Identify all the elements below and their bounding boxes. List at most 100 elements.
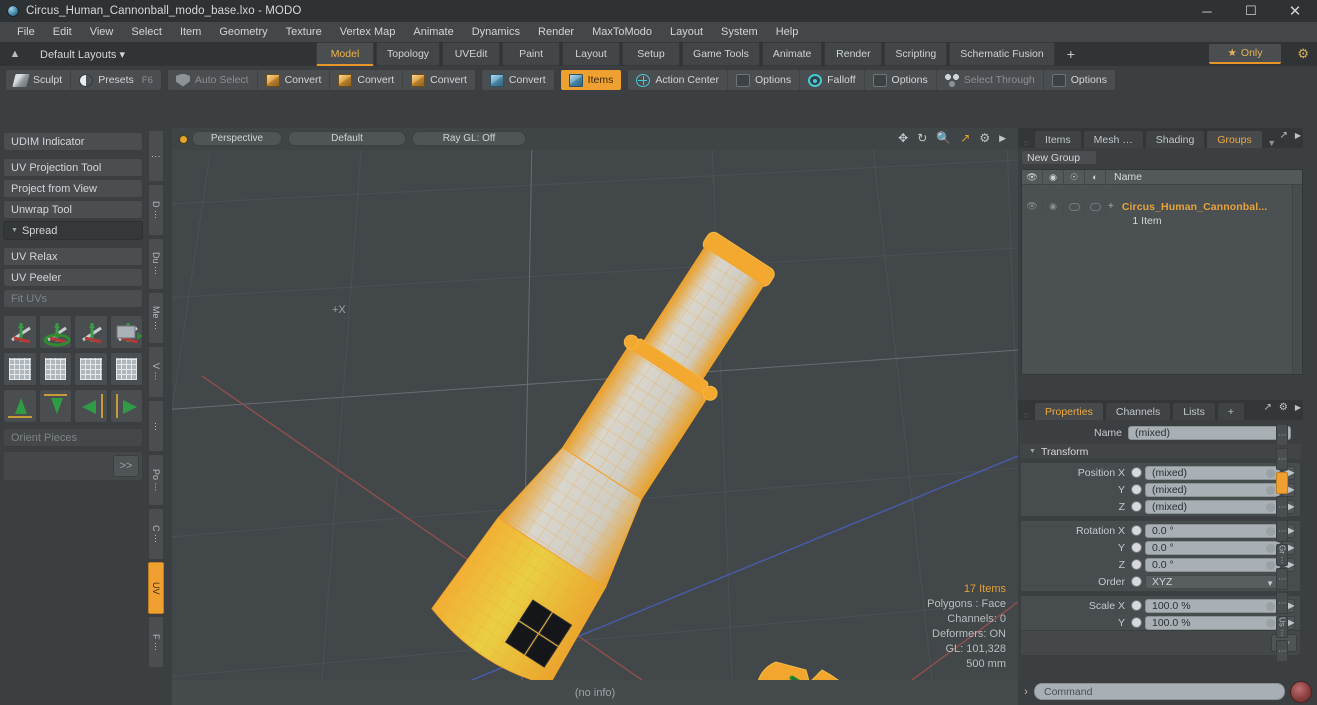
left-tool-project-from-view[interactable]: Project from View xyxy=(3,179,143,198)
layout-tab-layout[interactable]: Layout xyxy=(562,42,621,66)
menu-item-layout[interactable]: Layout xyxy=(661,22,712,42)
left-tool-spread[interactable]: ▼ Spread xyxy=(3,221,143,240)
toolbar-button-convert[interactable]: Convert xyxy=(403,70,475,90)
vertical-tab-0[interactable]: ⋮ xyxy=(148,130,164,182)
row-expander[interactable]: + xyxy=(1108,201,1114,212)
more-icon[interactable]: ▶ xyxy=(1295,131,1301,140)
vertical-tab-4[interactable]: ⋮ xyxy=(1276,520,1288,542)
layout-tab-setup[interactable]: Setup xyxy=(622,42,681,66)
layout-tab-render[interactable]: Render xyxy=(824,42,883,66)
property-channel-radio[interactable] xyxy=(1131,617,1142,628)
grid-plane-icon[interactable] xyxy=(38,352,72,386)
property-channel-radio[interactable] xyxy=(1131,525,1142,536)
toolbar-button-falloff[interactable]: Falloff xyxy=(800,70,865,90)
property-key-dot[interactable] xyxy=(1266,601,1275,611)
layout-tab-animate[interactable]: Animate xyxy=(761,42,823,66)
table-row[interactable]: 👁 ◉ + Circus_Human_Cannonbal... xyxy=(1022,199,1302,214)
right-tab-items[interactable]: Items xyxy=(1034,130,1082,148)
layout-tab-topology[interactable]: Topology xyxy=(376,42,441,66)
property-value-field[interactable]: 100.0 % xyxy=(1145,615,1280,630)
toolbar-button-convert[interactable]: Convert xyxy=(482,70,554,90)
viewport-raygl-chip[interactable]: Ray GL: Off xyxy=(412,131,526,146)
left-tool-uv-peeler[interactable]: UV Peeler xyxy=(3,268,143,287)
vertical-tab-6[interactable]: Po ⋯ xyxy=(148,454,164,506)
property-key-dot[interactable] xyxy=(1266,543,1275,553)
quad-fold-icon[interactable] xyxy=(3,352,37,386)
gear-icon[interactable]: ⚙ xyxy=(1279,402,1288,413)
property-key-dot[interactable] xyxy=(1266,618,1275,628)
push-block-icon[interactable] xyxy=(109,315,143,349)
record-icon[interactable] xyxy=(1290,680,1312,703)
toolbar-button-select-through[interactable]: Select Through xyxy=(937,70,1044,90)
vertical-tab-3[interactable]: ⋮ xyxy=(1276,496,1288,518)
property-value-field[interactable]: (mixed) xyxy=(1145,499,1280,514)
vertical-tab-4[interactable]: V ⋯ xyxy=(148,346,164,398)
property-channel-radio[interactable] xyxy=(1131,600,1142,611)
move-view-icon[interactable]: ✥ xyxy=(898,131,908,145)
menu-item-file[interactable]: File xyxy=(8,22,44,42)
property-value-field[interactable]: XYZ ▼ xyxy=(1145,574,1280,589)
vertical-tab-9[interactable]: ⋮ xyxy=(1276,640,1288,662)
toolbar-button-sculpt[interactable]: Sculpt xyxy=(6,70,72,90)
toolbar-button-auto-select[interactable]: Auto Select xyxy=(168,70,258,90)
toolbar-button-presets[interactable]: Presets F6 xyxy=(71,70,161,90)
zoom-view-icon[interactable]: 🔍 xyxy=(936,131,951,145)
view-settings-icon[interactable]: ⚙ xyxy=(979,131,990,145)
viewport-projection-chip[interactable]: Perspective xyxy=(192,131,282,146)
menu-item-maxtomodo[interactable]: MaxToModo xyxy=(583,22,661,42)
layout-tab-paint[interactable]: Paint xyxy=(502,42,561,66)
axis-scale-icon[interactable] xyxy=(74,315,108,349)
right-tab-shading[interactable]: Shading xyxy=(1144,130,1206,148)
viewport-canvas[interactable]: +X 17 Items Polygons: Face Channels: 0 … xyxy=(172,150,1018,680)
vertical-tab-1[interactable]: ⋮ xyxy=(1276,448,1288,470)
properties-tab-channels[interactable]: Channels xyxy=(1104,402,1172,420)
menu-item-view[interactable]: View xyxy=(81,22,123,42)
vertical-tab-1[interactable]: D ⋯ xyxy=(148,184,164,236)
chevron-down-icon[interactable]: ▼ xyxy=(1266,579,1274,588)
property-key-dot[interactable] xyxy=(1266,485,1275,495)
property-value-field[interactable]: (mixed) xyxy=(1145,482,1280,497)
properties-tab-lists[interactable]: Lists xyxy=(1172,402,1216,420)
table-scrollbar[interactable] xyxy=(1292,185,1302,374)
minimize-button[interactable]: ─ xyxy=(1185,0,1229,22)
move-left-icon[interactable] xyxy=(74,389,108,423)
row-name[interactable]: Circus_Human_Cannonbal... xyxy=(1116,201,1267,213)
menu-item-dynamics[interactable]: Dynamics xyxy=(463,22,529,42)
vertical-tab-5[interactable]: Gr ⋯ xyxy=(1276,544,1288,566)
more-icon[interactable]: ▶ xyxy=(1295,403,1301,412)
menu-item-system[interactable]: System xyxy=(712,22,767,42)
properties-tab-add[interactable]: + xyxy=(1216,402,1245,420)
lock-icon[interactable]: ☉ xyxy=(1064,169,1085,185)
property-key-dot[interactable] xyxy=(1266,526,1275,536)
toolbar-button-options[interactable]: Options xyxy=(728,70,801,90)
layout-tab-uvedit[interactable]: UVEdit xyxy=(442,42,501,66)
property-value-field[interactable]: 100.0 % xyxy=(1145,598,1280,613)
move-right-icon[interactable] xyxy=(109,389,143,423)
property-key-dot[interactable] xyxy=(1266,468,1275,478)
vertical-tab-6[interactable]: ⋮ xyxy=(1276,568,1288,590)
close-button[interactable]: ✕ xyxy=(1273,0,1317,22)
right-tab-groups[interactable]: Groups xyxy=(1206,130,1263,148)
viewport-shading-chip[interactable]: Default xyxy=(288,131,406,146)
vertical-tab-5[interactable]: ⋯ xyxy=(148,400,164,452)
move-up-icon[interactable] xyxy=(3,389,37,423)
menu-item-item[interactable]: Item xyxy=(171,22,210,42)
property-value-field[interactable]: 0.0 ° xyxy=(1145,523,1280,538)
property-value-field[interactable]: (mixed) xyxy=(1145,465,1280,480)
layout-tab-scripting[interactable]: Scripting xyxy=(884,42,948,66)
chevron-down-icon[interactable]: ▼ xyxy=(1266,138,1278,148)
fit-view-icon[interactable]: ↗ xyxy=(960,131,970,145)
layout-tab-game-tools[interactable]: Game Tools xyxy=(682,42,760,66)
expand-left-panel-button[interactable]: >> xyxy=(113,455,139,477)
visibility-eye-icon[interactable]: 👁 xyxy=(1022,169,1043,185)
new-group-button[interactable]: New Group xyxy=(1021,150,1097,165)
viewport-active-dot[interactable] xyxy=(180,136,187,143)
transform-section-header[interactable]: ▼ Transform xyxy=(1020,444,1301,459)
grid-sphere-icon[interactable] xyxy=(109,352,143,386)
vertical-tab-3[interactable]: Me ⋯ xyxy=(148,292,164,344)
row-visibility-toggle[interactable]: 👁 xyxy=(1022,199,1043,214)
name-field[interactable]: (mixed) xyxy=(1128,425,1291,440)
add-layout-tab-button[interactable]: + xyxy=(1057,42,1085,66)
menu-item-edit[interactable]: Edit xyxy=(44,22,81,42)
toolbar-button-options[interactable]: Options xyxy=(865,70,937,90)
